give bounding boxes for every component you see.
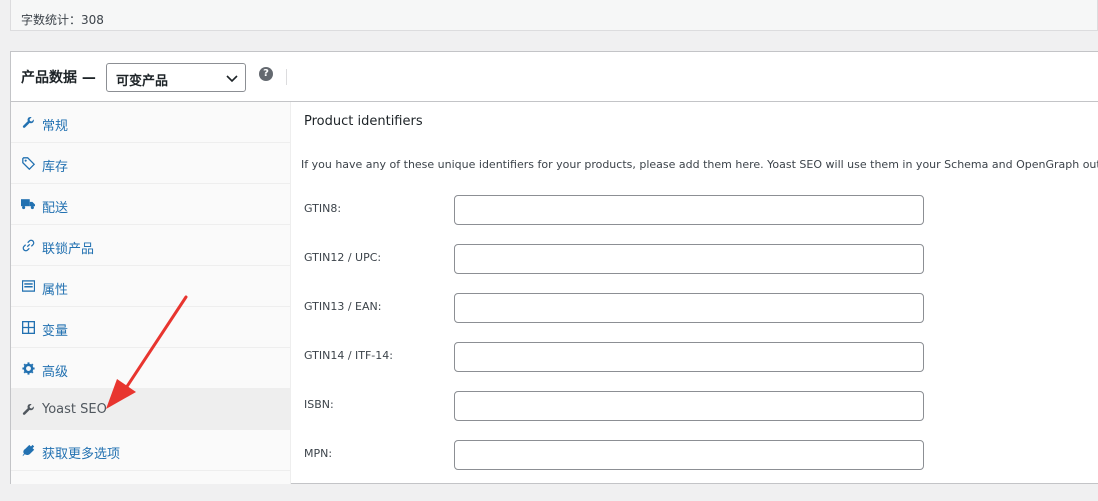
mpn-label: MPN: xyxy=(304,447,333,460)
tab-general[interactable]: 常规 xyxy=(11,102,290,143)
product-data-tabs: 常规 库存 配送 联锁产品 属性 变量 高级 Yoast SEO 获取更多选项 xyxy=(11,102,291,484)
tab-get-more-options[interactable]: 获取更多选项 xyxy=(11,430,290,471)
tab-label: 常规 xyxy=(42,119,69,134)
tab-variations[interactable]: 变量 xyxy=(11,307,290,348)
section-description: If you have any of these unique identifi… xyxy=(301,158,1098,171)
chevron-down-icon xyxy=(226,75,238,83)
wrench-icon xyxy=(21,402,35,416)
tab-label: 联锁产品 xyxy=(42,242,95,257)
word-count-text: 字数统计：308 xyxy=(21,13,104,27)
gtin13-ean-label: GTIN13 / EAN: xyxy=(304,300,382,313)
gtin14-itf14-input[interactable] xyxy=(454,342,924,372)
isbn-input[interactable] xyxy=(454,391,924,421)
tab-label: 高级 xyxy=(42,365,69,380)
isbn-label: ISBN: xyxy=(304,398,334,411)
truck-icon xyxy=(21,197,35,211)
tab-advanced[interactable]: 高级 xyxy=(11,348,290,389)
panel-header: 产品数据 — 可变产品 ? xyxy=(11,52,1098,102)
plugin-icon xyxy=(21,443,35,457)
product-data-panel: 产品数据 — 可变产品 ? 常规 库存 配送 联锁产品 属性 变量 高级 Yoa… xyxy=(10,51,1098,484)
product-type-select[interactable]: 可变产品 xyxy=(106,63,246,92)
help-icon[interactable]: ? xyxy=(259,67,273,81)
word-count-bar: 字数统计：308 xyxy=(10,0,1098,31)
list-icon xyxy=(21,279,35,293)
tab-inventory[interactable]: 库存 xyxy=(11,143,290,184)
tab-label: 库存 xyxy=(42,160,69,175)
tab-attributes[interactable]: 属性 xyxy=(11,266,290,307)
gear-icon xyxy=(21,361,35,375)
yoast-seo-panel: Product identifiers If you have any of t… xyxy=(292,102,1098,484)
gtin14-itf14-label: GTIN14 / ITF-14: xyxy=(304,349,393,362)
product-type-value: 可变产品 xyxy=(116,74,169,89)
tab-label: 变量 xyxy=(42,324,69,339)
gtin12-upc-input[interactable] xyxy=(454,244,924,274)
gtin13-ean-input[interactable] xyxy=(454,293,924,323)
tab-linked-products[interactable]: 联锁产品 xyxy=(11,225,290,266)
tab-label: 属性 xyxy=(42,283,69,298)
tab-label: 获取更多选项 xyxy=(42,447,121,462)
gtin12-upc-label: GTIN12 / UPC: xyxy=(304,251,382,264)
panel-title: 产品数据 — xyxy=(21,70,96,86)
mpn-input[interactable] xyxy=(454,440,924,470)
section-heading: Product identifiers xyxy=(304,114,423,129)
gtin8-input[interactable] xyxy=(454,195,924,225)
wrench-icon xyxy=(21,115,35,129)
gtin8-label: GTIN8: xyxy=(304,202,342,215)
tab-shipping[interactable]: 配送 xyxy=(11,184,290,225)
link-icon xyxy=(21,238,35,252)
grid-icon xyxy=(21,320,35,334)
header-divider xyxy=(286,69,287,85)
tab-label: 配送 xyxy=(42,201,69,216)
tab-label: Yoast SEO xyxy=(42,402,107,417)
tag-icon xyxy=(21,156,35,170)
tab-yoast-seo[interactable]: Yoast SEO xyxy=(11,389,290,430)
